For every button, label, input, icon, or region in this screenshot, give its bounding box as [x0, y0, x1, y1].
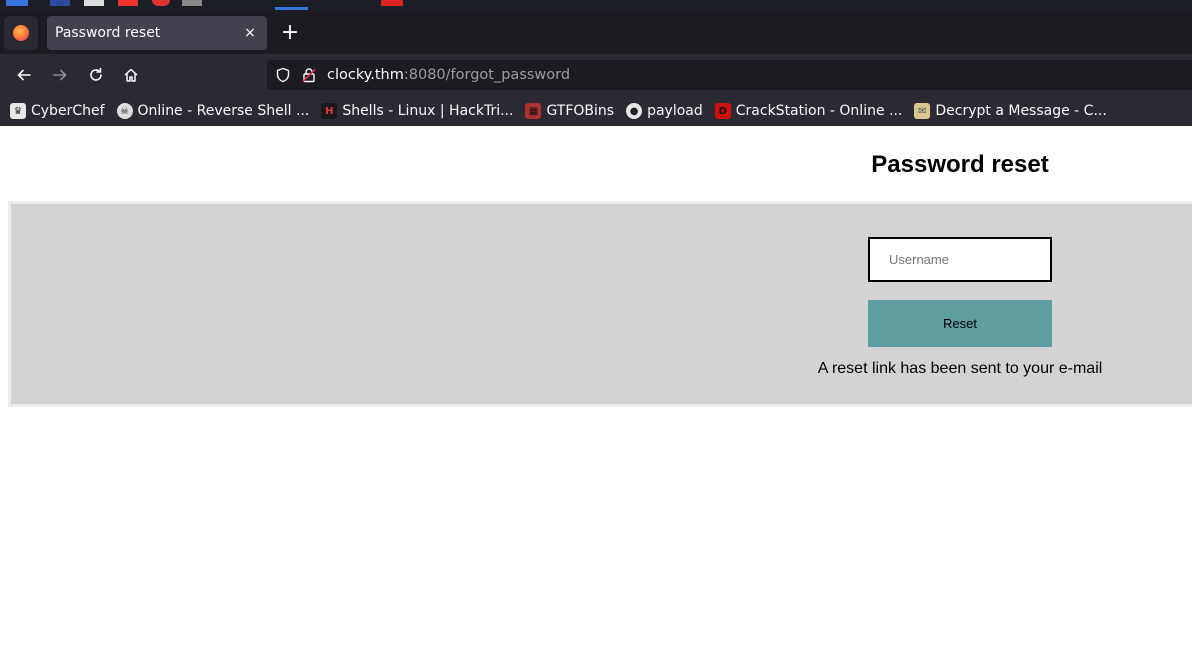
url-bar[interactable]: clocky.thm:8080/forgot_password	[267, 60, 1192, 90]
firefox-menu-icon[interactable]	[4, 16, 38, 50]
reload-icon	[90, 67, 102, 81]
bookmark-label: payload	[647, 103, 703, 119]
bookmark-label: Decrypt a Message - C...	[935, 103, 1107, 119]
new-tab-button[interactable]: +	[276, 20, 304, 48]
tab-password-reset[interactable]: Password reset ×	[47, 16, 267, 50]
bookmark-crackstation[interactable]: D CrackStation - Online ...	[714, 103, 903, 119]
navigation-bar: clocky.thm:8080/forgot_password	[0, 54, 1192, 96]
bookmark-label: Online - Reverse Shell ...	[137, 103, 310, 119]
reset-status-message: A reset link has been sent to your e-mai…	[817, 360, 1103, 377]
home-button[interactable]	[117, 61, 145, 89]
bookmark-hacktricks[interactable]: H Shells - Linux | HackTri...	[321, 103, 513, 119]
bookmark-label: Shells - Linux | HackTri...	[342, 103, 514, 119]
bookmarks-toolbar: ♛ CyberChef ☠ Online - Reverse Shell ...…	[0, 96, 1192, 126]
skull-icon: ☠	[116, 103, 133, 119]
gtfobins-icon: ▦	[525, 103, 542, 119]
page-title: Password reset	[871, 151, 1049, 178]
hacktricks-icon: H	[321, 103, 338, 119]
taskbar-app-icon	[118, 0, 138, 6]
close-icon[interactable]: ×	[241, 25, 259, 41]
home-icon	[124, 68, 138, 82]
bookmark-gtfobins[interactable]: ▦ GTFOBins	[525, 103, 614, 119]
taskbar-app-icon	[182, 0, 202, 6]
bookmark-label: GTFOBins	[546, 103, 615, 119]
crackstation-icon: D	[714, 103, 731, 119]
bookmark-label: CyberChef	[31, 103, 105, 119]
taskbar-app-icon	[152, 0, 170, 6]
desktop-taskbar-strip	[0, 0, 1192, 12]
url-path: :8080/forgot_password	[403, 67, 571, 83]
back-button[interactable]	[10, 61, 38, 89]
arrow-left-icon	[17, 69, 31, 81]
tab-title: Password reset	[55, 25, 161, 41]
bookmark-decrypt-message[interactable]: ✉ Decrypt a Message - C...	[914, 103, 1107, 119]
taskbar-app-icon	[50, 0, 70, 6]
username-input[interactable]	[868, 237, 1052, 282]
taskbar-active-indicator	[275, 7, 308, 10]
bookmark-label: CrackStation - Online ...	[735, 103, 903, 119]
reload-button[interactable]	[82, 61, 110, 89]
bookmark-payload[interactable]: ● payload	[626, 103, 703, 119]
taskbar-app-icon	[381, 0, 403, 6]
arrow-right-icon	[53, 69, 67, 81]
bookmark-cyberchef[interactable]: ♛ CyberChef	[10, 103, 105, 119]
page-content: Password reset Reset A reset link has be…	[0, 127, 1192, 664]
url-host: clocky.thm	[327, 67, 404, 83]
chef-hat-icon: ♛	[10, 103, 26, 119]
bookmark-reverse-shell[interactable]: ☠ Online - Reverse Shell ...	[116, 103, 310, 119]
forward-button[interactable]	[46, 61, 74, 89]
reset-button[interactable]: Reset	[868, 300, 1052, 347]
envelope-icon: ✉	[914, 103, 931, 119]
insecure-lock-icon[interactable]	[301, 67, 317, 83]
taskbar-app-icon	[6, 0, 28, 6]
tab-bar: Password reset × +	[0, 12, 1192, 54]
tracking-shield-icon[interactable]	[275, 67, 291, 83]
github-icon: ●	[626, 103, 643, 119]
taskbar-app-icon	[84, 0, 104, 6]
reset-form-panel: Reset A reset link has been sent to your…	[8, 201, 1192, 407]
